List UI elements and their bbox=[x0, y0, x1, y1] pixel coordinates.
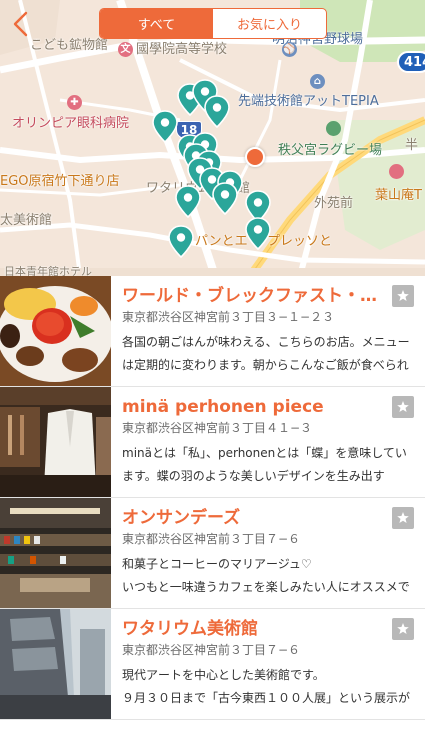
chevron-left-icon bbox=[13, 11, 28, 37]
spot-address: 東京都渋谷区神宮前３丁目３−１−２３ bbox=[122, 310, 335, 324]
map-label-pan-to: パンとエ bbox=[195, 234, 248, 249]
list-item[interactable]: オンサンデーズ 東京都渋谷区神宮前３丁目７−６ 和菓子とコーヒーのマリアージュ♡… bbox=[0, 498, 425, 609]
tab-favorites[interactable]: お気に入り bbox=[213, 9, 326, 38]
spot-description: minäとは「私」、perhonenとは「蝶」を意味しています。蝶の羽のような美… bbox=[122, 446, 407, 483]
current-location-marker bbox=[245, 147, 265, 167]
star-icon bbox=[397, 623, 409, 634]
hospital-icon: ✚ bbox=[67, 95, 82, 110]
star-icon bbox=[397, 512, 409, 523]
map-label-kokugakuin: 國學院高等学校 bbox=[136, 42, 228, 57]
spot-address: 東京都渋谷区神宮前３丁目７−６ bbox=[122, 643, 301, 657]
map-label-pan-to-espresso: プレッソと bbox=[267, 234, 333, 249]
spot-title: minä perhonen piece bbox=[122, 397, 324, 417]
map-view[interactable]: こども鉱物館 國學院高等学校 明治神宮野球場 オリンピア眼科病院 先端技術館アッ… bbox=[0, 0, 425, 276]
stadium-icon: ⚾ bbox=[282, 42, 297, 57]
star-icon bbox=[397, 290, 409, 301]
map-label-kodomo: こども鉱物館 bbox=[30, 38, 109, 53]
map-label-gaienmae: 外苑前 bbox=[314, 196, 354, 211]
bookmark-button[interactable] bbox=[392, 618, 414, 640]
map-pin-icon[interactable] bbox=[174, 184, 202, 220]
spot-list: ワールド・ブレックファスト・オールデイ 東京都渋谷区神宮前３丁目３−１−２３ 各… bbox=[0, 276, 425, 720]
school-icon: 文 bbox=[118, 42, 133, 57]
map-pin-icon[interactable] bbox=[151, 109, 179, 145]
map-pin-icon[interactable] bbox=[167, 224, 195, 260]
bookmark-button[interactable] bbox=[392, 507, 414, 529]
spot-title: オンサンデーズ bbox=[122, 508, 241, 528]
map-label-olympia: オリンピア眼科病院 bbox=[12, 116, 130, 131]
map-label-chichibunomiya: 秩父宮ラグビー場 bbox=[278, 143, 383, 158]
boutique-interior-photo bbox=[0, 387, 111, 497]
list-item[interactable]: ワタリウム美術館 東京都渋谷区神宮前３丁目７−６ 現代アートを中心とした美術館で… bbox=[0, 609, 425, 720]
tab-all[interactable]: すべて bbox=[100, 9, 213, 38]
list-item[interactable]: minä perhonen piece 東京都渋谷区神宮前３丁目４１−３ min… bbox=[0, 387, 425, 498]
map-pin-icon[interactable] bbox=[244, 216, 272, 252]
shop-icon bbox=[389, 164, 404, 179]
map-label-bijutsukan: 太美術館 bbox=[0, 213, 53, 228]
list-item[interactable]: ワールド・ブレックファスト・オールデイ 東京都渋谷区神宮前３丁目３−１−２３ 各… bbox=[0, 276, 425, 387]
spot-description: 各国の朝ごはんが味わえる、こちらのお店。メニューは定期的に変わります。朝からこん… bbox=[122, 335, 410, 372]
map-label-harajuku: EGO原宿竹下通り店 bbox=[0, 174, 120, 189]
spot-address: 東京都渋谷区神宮前３丁目４１−３ bbox=[122, 421, 313, 435]
expressway-414-badge: 414 bbox=[397, 51, 425, 73]
spot-description: 現代アートを中心とした美術館です。 ９月３０日まで「古今東西１００人展」という展… bbox=[122, 668, 411, 705]
map-label-hayama: 葉山庵T bbox=[375, 188, 422, 203]
breakfast-plate-photo bbox=[0, 276, 111, 386]
spot-description: 和菓子とコーヒーのマリアージュ♡ いつもと一味違うカフェを楽しみたい人にオススメ… bbox=[122, 557, 410, 594]
bookstore-photo bbox=[0, 498, 111, 608]
stadium-green-icon bbox=[326, 121, 341, 136]
star-icon bbox=[397, 401, 409, 412]
museum-icon: ⌂ bbox=[310, 74, 325, 89]
map-label-bottom-strip: 日本青年館ホテル bbox=[4, 266, 92, 276]
bookmark-button[interactable] bbox=[392, 396, 414, 418]
map-label-sentan: 先端技術館アットTEPIA bbox=[238, 94, 379, 109]
filter-segmented-control: すべて お気に入り bbox=[99, 8, 327, 39]
back-button[interactable] bbox=[6, 8, 34, 40]
spot-title: ワタリウム美術館 bbox=[122, 619, 258, 639]
museum-building-photo bbox=[0, 609, 111, 719]
map-label-hanmon: 半 bbox=[405, 138, 419, 153]
bookmark-button[interactable] bbox=[392, 285, 414, 307]
map-pin-icon[interactable] bbox=[211, 181, 239, 217]
spot-title: ワールド・ブレックファスト・オールデイ bbox=[122, 286, 384, 306]
map-pin-icon[interactable] bbox=[203, 94, 231, 130]
spot-address: 東京都渋谷区神宮前３丁目７−６ bbox=[122, 532, 301, 546]
